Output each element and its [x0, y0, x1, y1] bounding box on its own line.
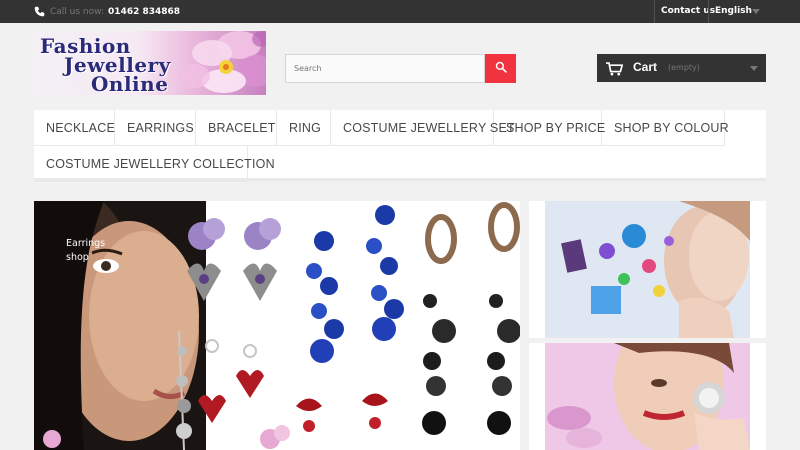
language-selector[interactable]: English [715, 0, 752, 23]
contact-us-link[interactable]: Contact us [661, 0, 715, 23]
site-logo[interactable]: Fashion Jewellery Online [34, 31, 266, 95]
phone-number: 01462 834868 [108, 6, 181, 17]
cart-button[interactable]: Cart (empty) [597, 54, 766, 82]
menu-item-costume-jewellery-set[interactable]: COSTUME JEWELLERY SET [331, 110, 515, 146]
gemstones-banner-image [529, 201, 766, 338]
menu-item-ring[interactable]: RING [277, 110, 331, 146]
gemstones-banner[interactable] [529, 201, 766, 338]
earrings-banner[interactable]: Earrings shop [34, 201, 520, 450]
main-menu: NECKLACE EARRINGS BRACELET RING COSTUME … [34, 110, 766, 182]
cart-icon [606, 61, 624, 80]
menu-item-costume-jewellery-collection[interactable]: COSTUME JEWELLERY COLLECTION [34, 146, 275, 182]
chevron-down-icon[interactable] [752, 9, 760, 14]
cart-status: (empty) [668, 63, 700, 72]
divider [708, 0, 709, 23]
call-us: Call us now: 01462 834868 [34, 0, 180, 23]
menu-item-necklace[interactable]: NECKLACE [34, 110, 115, 146]
menu-item-shop-by-colour[interactable]: SHOP BY COLOUR [602, 110, 729, 146]
phone-icon [34, 2, 50, 21]
top-bar: Call us now: 01462 834868 Contact us Eng… [0, 0, 800, 23]
banner-caption: Earrings shop [66, 238, 106, 263]
logo-line-3: Online [91, 72, 169, 95]
search-button[interactable] [485, 54, 516, 83]
call-label: Call us now: [50, 6, 105, 17]
cart-label: Cart [633, 60, 658, 74]
divider [654, 0, 655, 23]
rings-banner-image [529, 343, 766, 450]
search-box [285, 54, 516, 83]
menu-item-shop-by-price[interactable]: SHOP BY PRICE [494, 110, 605, 146]
chevron-down-icon [750, 66, 758, 71]
search-icon [495, 61, 507, 76]
menu-item-bracelet[interactable]: BRACELET [196, 110, 277, 146]
rings-banner[interactable] [529, 343, 766, 450]
menu-item-earrings[interactable]: EARRINGS [115, 110, 196, 146]
search-input[interactable] [285, 54, 485, 83]
